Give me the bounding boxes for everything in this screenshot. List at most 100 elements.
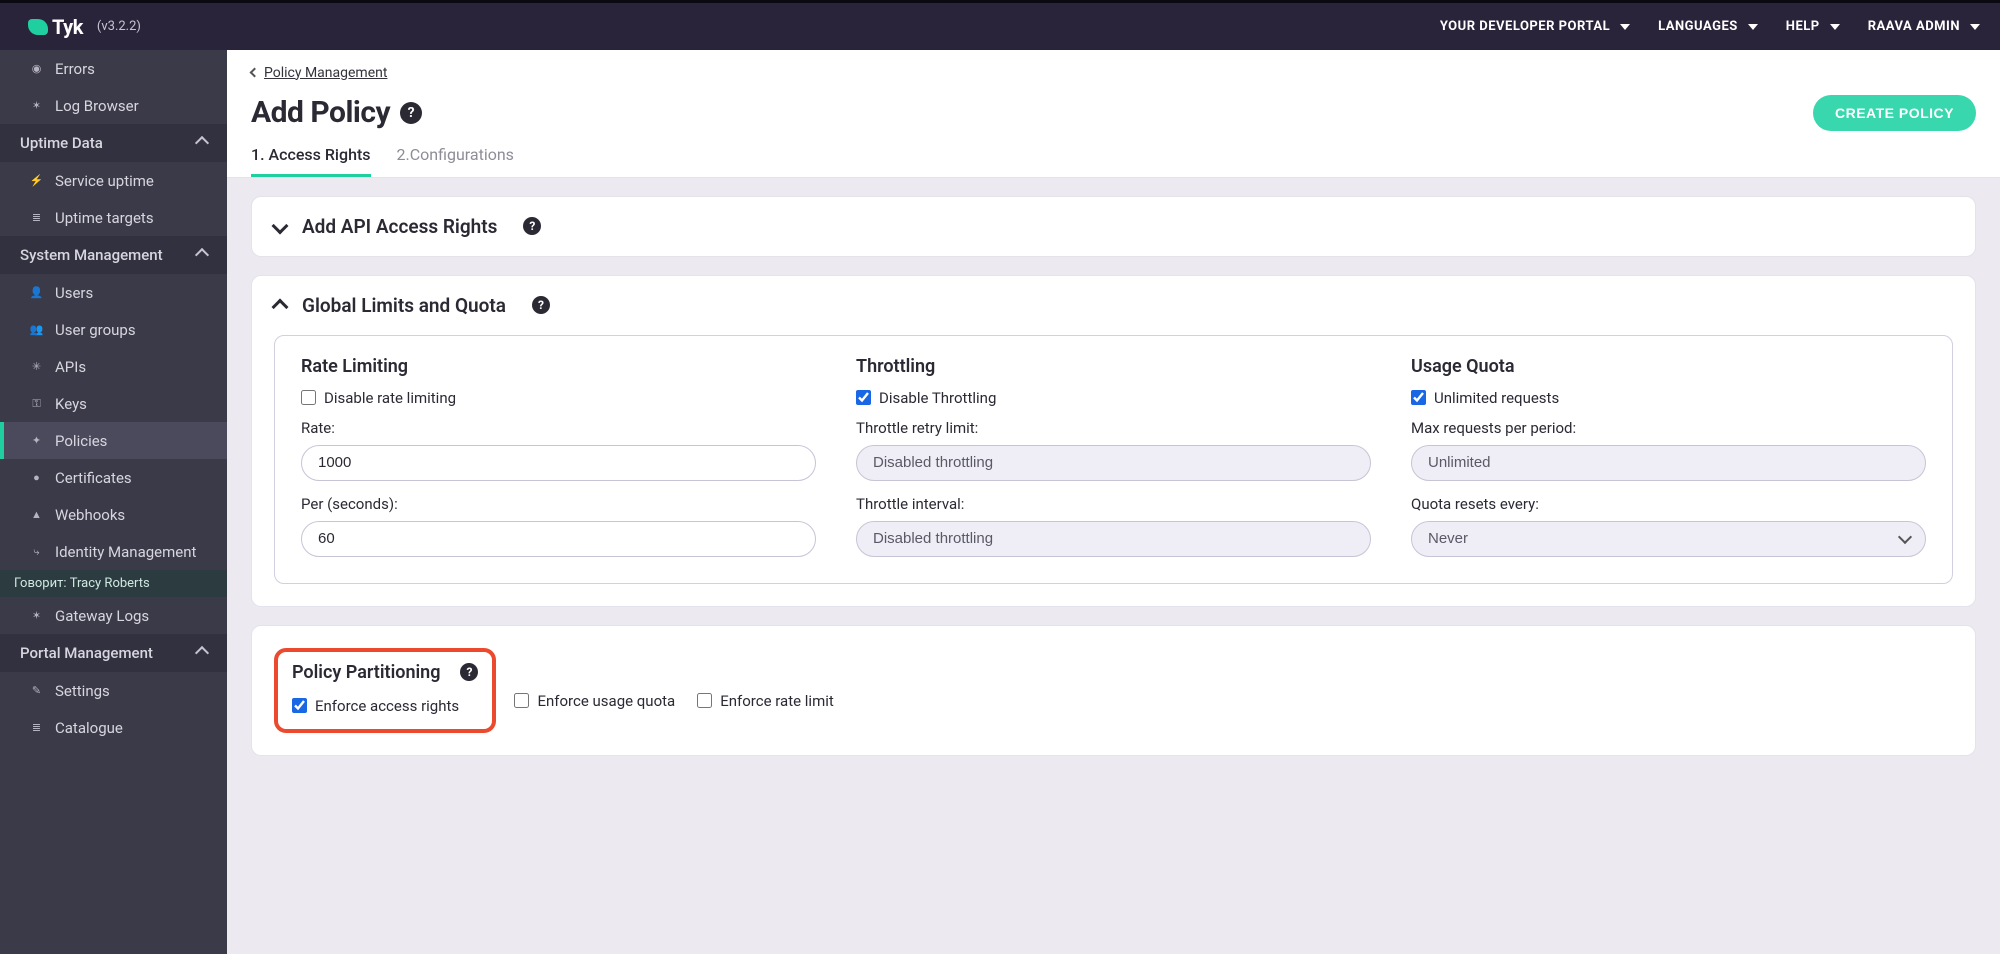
sidebar-item-webhooks[interactable]: ▲ Webhooks [0,496,227,533]
quota-reset-select[interactable] [1411,521,1926,557]
top-menu-developer-portal[interactable]: YOUR DEVELOPER PORTAL [1440,19,1630,34]
sidebar-item-service-uptime[interactable]: ⚡ Service uptime [0,162,227,199]
checkbox-label: Unlimited requests [1434,389,1559,407]
sidebar-item-identity[interactable]: ⤷ Identity Management [0,533,227,570]
top-menu-label: RAAVA ADMIN [1868,19,1960,34]
sidebar-item-label: User groups [55,321,136,339]
disable-throttle-checkbox[interactable] [856,390,871,405]
enforce-access-check[interactable]: Enforce access rights [292,697,459,715]
unlimited-requests-checkbox[interactable] [1411,390,1426,405]
sidebar-item-certificates[interactable]: ● Certificates [0,459,227,496]
throttle-interval-input [856,521,1371,557]
chevron-down-icon [272,218,289,235]
sidebar-section-system[interactable]: System Management [0,236,227,274]
activity-icon: ⚡ [30,174,43,187]
checkbox-label: Enforce access rights [315,697,459,715]
top-menu-help[interactable]: HELP [1786,19,1840,34]
partition-title: Policy Partitioning [292,662,440,683]
chevron-up-icon [195,646,209,660]
cert-icon: ● [30,471,43,484]
create-policy-button[interactable]: CREATE POLICY [1813,95,1976,131]
enforce-quota-check[interactable]: Enforce usage quota [514,692,675,710]
sidebar-item-apis[interactable]: ✳ APIs [0,348,227,385]
top-menu: YOUR DEVELOPER PORTAL LANGUAGES HELP RAA… [1440,19,1980,34]
panel-limits: Global Limits and Quota ? Rate Limiting … [251,275,1976,607]
disable-rate-limit-check[interactable]: Disable rate limiting [301,389,816,407]
sidebar-item-catalogue[interactable]: ≣ Catalogue [0,709,227,746]
panel-access-rights-header[interactable]: Add API Access Rights ? [252,197,1975,256]
sidebar-item-errors[interactable]: ◉ Errors [0,50,227,87]
help-icon[interactable]: ? [523,217,541,235]
bug-icon: ✶ [30,99,43,112]
breadcrumb[interactable]: Policy Management [251,65,387,81]
enforce-access-checkbox[interactable] [292,698,307,713]
sidebar-item-label: Catalogue [55,719,123,737]
rate-label: Rate: [301,419,816,437]
sidebar-item-gateway-logs[interactable]: ✶ Gateway Logs [0,597,227,634]
rate-input[interactable] [301,445,816,481]
logs-icon: ✶ [30,609,43,622]
sidebar-section-uptime[interactable]: Uptime Data [0,124,227,162]
sidebar-item-keys[interactable]: ⚿ Keys [0,385,227,422]
sidebar-item-settings[interactable]: ✎ Settings [0,672,227,709]
help-icon[interactable]: ? [460,663,478,681]
col-title: Rate Limiting [301,356,816,377]
logo[interactable]: Tyk (v3.2.2) [28,15,141,39]
enforce-rate-checkbox[interactable] [697,693,712,708]
logo-version: (v3.2.2) [97,19,141,34]
top-menu-user[interactable]: RAAVA ADMIN [1868,19,1980,34]
throttle-retry-input [856,445,1371,481]
breadcrumb-label: Policy Management [264,65,387,81]
policy-icon: ✦ [30,434,43,447]
key-icon: ⚿ [30,397,43,410]
identity-icon: ⤷ [30,545,43,558]
rate-limiting-column: Rate Limiting Disable rate limiting Rate… [301,356,816,557]
sidebar-section-label: Portal Management [20,644,153,662]
tabs: 1. Access Rights 2.Configurations [227,131,2000,178]
checkbox-label: Disable rate limiting [324,389,456,407]
checkbox-label: Enforce usage quota [537,692,675,710]
sidebar-item-uptime-targets[interactable]: ≣ Uptime targets [0,199,227,236]
disable-rate-limit-checkbox[interactable] [301,390,316,405]
sidebar-section-portal[interactable]: Portal Management [0,634,227,672]
disable-throttle-check[interactable]: Disable Throttling [856,389,1371,407]
sidebar-item-log-browser[interactable]: ✶ Log Browser [0,87,227,124]
webhook-icon: ▲ [30,508,43,521]
panel-title: Global Limits and Quota [302,294,506,317]
max-requests-input [1411,445,1926,481]
throttle-retry-label: Throttle retry limit: [856,419,1371,437]
help-icon[interactable]: ? [400,102,422,124]
enforce-rate-check[interactable]: Enforce rate limit [697,692,834,710]
col-title: Usage Quota [1411,356,1926,377]
quota-reset-label: Quota resets every: [1411,495,1926,513]
users-icon: 👥 [30,323,43,336]
chevron-down-icon [1830,24,1840,30]
quota-column: Usage Quota Unlimited requests Max reque… [1411,356,1926,557]
sidebar-item-user-groups[interactable]: 👥 User groups [0,311,227,348]
tab-access-rights[interactable]: 1. Access Rights [251,145,371,177]
sidebar-item-label: Log Browser [55,97,139,115]
chevron-down-icon [1748,24,1758,30]
tab-configurations[interactable]: 2.Configurations [397,145,514,177]
per-input[interactable] [301,521,816,557]
page-title: Add Policy [251,95,390,130]
panel-limits-header[interactable]: Global Limits and Quota ? [252,276,1975,335]
sidebar-item-policies[interactable]: ✦ Policies [0,422,227,459]
enforce-quota-checkbox[interactable] [514,693,529,708]
speaking-overlay: Говорит: Tracy Roberts [0,570,227,597]
top-menu-languages[interactable]: LANGUAGES [1658,19,1758,34]
col-title: Throttling [856,356,1371,377]
sidebar-item-label: Errors [55,60,95,78]
sidebar-item-label: Certificates [55,469,132,487]
sidebar-item-label: Users [55,284,93,302]
chevron-up-icon [195,248,209,262]
top-menu-label: YOUR DEVELOPER PORTAL [1440,19,1610,34]
panel-title: Add API Access Rights [302,215,497,238]
unlimited-requests-check[interactable]: Unlimited requests [1411,389,1926,407]
sidebar-item-users[interactable]: 👤 Users [0,274,227,311]
chevron-left-icon [250,68,260,78]
topbar: Tyk (v3.2.2) YOUR DEVELOPER PORTAL LANGU… [0,0,2000,50]
top-menu-label: HELP [1786,19,1820,34]
catalogue-icon: ≣ [30,721,43,734]
help-icon[interactable]: ? [532,296,550,314]
